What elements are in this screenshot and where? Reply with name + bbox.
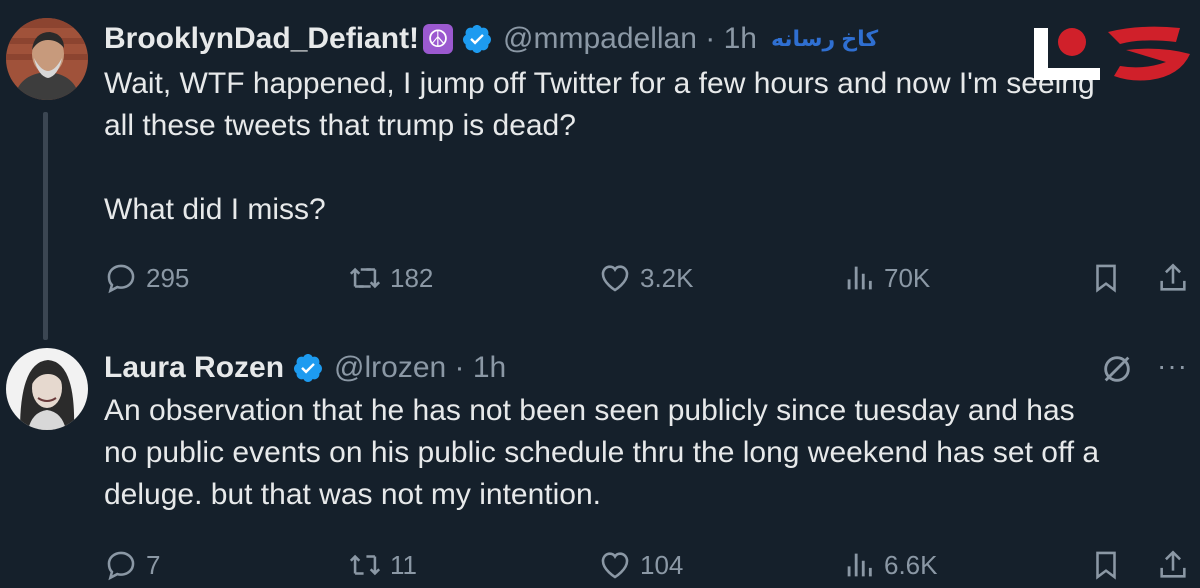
like-count: 3.2K (640, 262, 694, 293)
tweet-header: Laura Rozen @lrozen · 1h (104, 346, 506, 390)
retweet-count: 11 (390, 549, 417, 580)
watermark: کاخ رسانه (770, 26, 879, 51)
site-logo (1034, 26, 1190, 81)
reply-icon (107, 551, 135, 581)
retweet-icon (349, 267, 381, 289)
retweet-button[interactable]: 11 (348, 545, 417, 585)
verified-icon (294, 354, 323, 382)
like-button[interactable]: 104 (598, 545, 683, 585)
tweet-text-line: An observation that he has not been seen… (104, 394, 1075, 427)
share-button[interactable] (1156, 545, 1190, 585)
reply-button[interactable]: 295 (104, 258, 189, 298)
peace-emoji: ☮ (423, 24, 454, 54)
views-icon (847, 266, 872, 290)
thread-line (43, 112, 48, 340)
avatar[interactable] (6, 18, 88, 100)
like-count: 104 (640, 549, 684, 580)
retweet-count: 182 (390, 262, 434, 293)
views-count: 6.6K (884, 549, 938, 580)
tweet-text-line: Wait, WTF happened, I jump off Twitter f… (104, 67, 1095, 100)
tweet: Laura Rozen @lrozen · 1h ··· An observat… (0, 340, 1200, 588)
author-handle-time[interactable]: @lrozen · 1h (334, 351, 506, 385)
retweet-button[interactable]: 182 (348, 258, 433, 298)
views-count: 70K (884, 262, 931, 293)
author-name[interactable]: BrooklynDad_Defiant! (104, 22, 419, 56)
views-button[interactable]: 6.6K (842, 545, 938, 585)
avatar[interactable] (6, 348, 88, 430)
retweet-icon (349, 554, 381, 576)
reply-button[interactable]: 7 (104, 545, 160, 585)
action-bar: 295 182 3.2K 70K (104, 258, 1194, 298)
bookmark-button[interactable] (1089, 545, 1123, 585)
action-bar: 7 11 104 6.6K (104, 545, 1194, 585)
like-button[interactable]: 3.2K (598, 258, 694, 298)
reply-count: 7 (146, 549, 161, 580)
like-icon (601, 552, 629, 579)
author-name[interactable]: Laura Rozen (104, 351, 284, 385)
share-icon (1160, 550, 1186, 578)
bookmark-button[interactable] (1089, 258, 1123, 298)
author-handle-time[interactable]: @mmpadellan · 1h (503, 22, 757, 56)
tweet-text-line: no public events on his public schedule … (104, 436, 1100, 469)
views-icon (847, 553, 872, 577)
share-button[interactable] (1156, 258, 1190, 298)
like-icon (601, 265, 629, 292)
grok-icon[interactable] (1100, 352, 1134, 386)
more-icon[interactable]: ··· (1157, 350, 1188, 382)
reply-count: 295 (146, 262, 190, 293)
views-button[interactable]: 70K (842, 258, 930, 298)
tweet: BrooklynDad_Defiant! ☮ @mmpadellan · 1h … (0, 0, 1200, 340)
tweet-text-line: What did I miss? (104, 193, 326, 226)
tweet-text-line: deluge. but that was not my intention. (104, 478, 601, 511)
share-icon (1160, 263, 1186, 291)
tweet-text-line: all these tweets that trump is dead? (104, 109, 576, 142)
tweet-header: BrooklynDad_Defiant! ☮ @mmpadellan · 1h … (104, 17, 878, 61)
tweet-text: An observation that he has not been seen… (104, 390, 1184, 516)
bookmark-icon (1096, 264, 1116, 293)
reply-icon (107, 264, 135, 294)
bookmark-icon (1096, 551, 1116, 580)
verified-icon (463, 25, 492, 53)
tweet-text: Wait, WTF happened, I jump off Twitter f… (104, 63, 1184, 231)
